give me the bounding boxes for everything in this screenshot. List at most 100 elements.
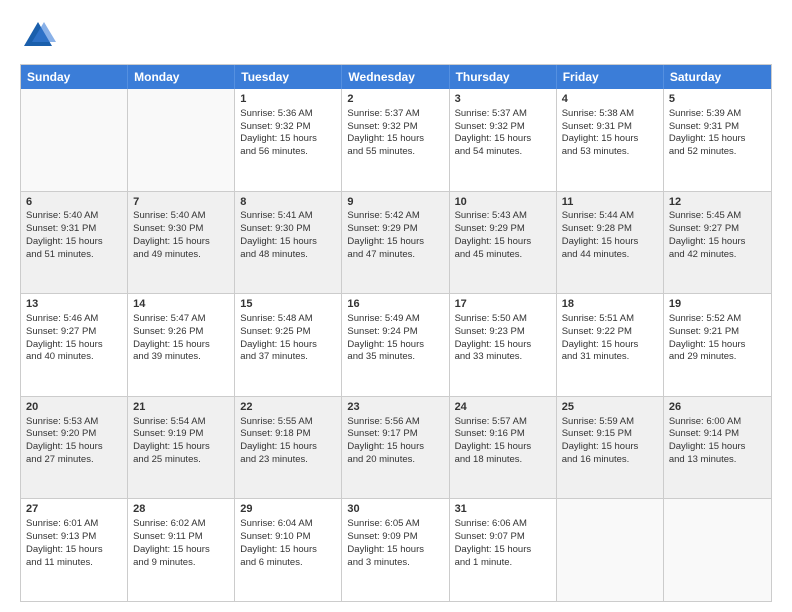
day-info-line: Daylight: 15 hours (455, 339, 551, 352)
calendar-body: 1Sunrise: 5:36 AMSunset: 9:32 PMDaylight… (21, 89, 771, 601)
day-info-line: Sunrise: 5:36 AM (240, 108, 336, 121)
day-info-line: Sunrise: 5:56 AM (347, 416, 443, 429)
day-info-line: and 3 minutes. (347, 557, 443, 570)
calendar-row: 20Sunrise: 5:53 AMSunset: 9:20 PMDayligh… (21, 397, 771, 500)
day-info-line: Sunrise: 5:45 AM (669, 210, 766, 223)
calendar-row: 6Sunrise: 5:40 AMSunset: 9:31 PMDaylight… (21, 192, 771, 295)
day-number: 21 (133, 400, 229, 415)
day-number: 8 (240, 195, 336, 210)
day-info-line: Daylight: 15 hours (347, 236, 443, 249)
day-info-line: and 53 minutes. (562, 146, 658, 159)
day-info-line: Sunrise: 5:43 AM (455, 210, 551, 223)
day-info-line: and 55 minutes. (347, 146, 443, 159)
day-cell-29: 29Sunrise: 6:04 AMSunset: 9:10 PMDayligh… (235, 499, 342, 601)
day-number: 22 (240, 400, 336, 415)
day-info-line: Sunset: 9:26 PM (133, 326, 229, 339)
day-number: 30 (347, 502, 443, 517)
day-info-line: Daylight: 15 hours (455, 441, 551, 454)
day-info-line: Daylight: 15 hours (347, 133, 443, 146)
day-info-line: Sunset: 9:28 PM (562, 223, 658, 236)
day-number: 29 (240, 502, 336, 517)
day-info-line: Sunrise: 5:51 AM (562, 313, 658, 326)
weekday-header-monday: Monday (128, 65, 235, 89)
day-info-line: Sunset: 9:07 PM (455, 531, 551, 544)
day-number: 3 (455, 92, 551, 107)
day-info-line: Daylight: 15 hours (347, 441, 443, 454)
day-info-line: Daylight: 15 hours (347, 339, 443, 352)
day-number: 26 (669, 400, 766, 415)
day-info-line: Sunset: 9:17 PM (347, 428, 443, 441)
empty-cell (128, 89, 235, 191)
calendar-row: 13Sunrise: 5:46 AMSunset: 9:27 PMDayligh… (21, 294, 771, 397)
day-info-line: Sunset: 9:23 PM (455, 326, 551, 339)
logo (20, 18, 60, 54)
day-info-line: and 45 minutes. (455, 249, 551, 262)
day-info-line: Sunset: 9:32 PM (240, 121, 336, 134)
day-info-line: Sunrise: 6:00 AM (669, 416, 766, 429)
day-cell-15: 15Sunrise: 5:48 AMSunset: 9:25 PMDayligh… (235, 294, 342, 396)
calendar-row: 27Sunrise: 6:01 AMSunset: 9:13 PMDayligh… (21, 499, 771, 601)
day-number: 9 (347, 195, 443, 210)
day-number: 15 (240, 297, 336, 312)
day-info-line: Sunset: 9:11 PM (133, 531, 229, 544)
day-cell-12: 12Sunrise: 5:45 AMSunset: 9:27 PMDayligh… (664, 192, 771, 294)
page: SundayMondayTuesdayWednesdayThursdayFrid… (0, 0, 792, 612)
day-info-line: Daylight: 15 hours (455, 236, 551, 249)
day-info-line: Sunset: 9:32 PM (455, 121, 551, 134)
day-info-line: Sunrise: 5:40 AM (26, 210, 122, 223)
day-info-line: Sunset: 9:24 PM (347, 326, 443, 339)
day-number: 7 (133, 195, 229, 210)
day-info-line: Daylight: 15 hours (26, 441, 122, 454)
calendar: SundayMondayTuesdayWednesdayThursdayFrid… (20, 64, 772, 602)
day-cell-5: 5Sunrise: 5:39 AMSunset: 9:31 PMDaylight… (664, 89, 771, 191)
day-info-line: Sunrise: 5:50 AM (455, 313, 551, 326)
day-number: 31 (455, 502, 551, 517)
day-cell-20: 20Sunrise: 5:53 AMSunset: 9:20 PMDayligh… (21, 397, 128, 499)
day-cell-11: 11Sunrise: 5:44 AMSunset: 9:28 PMDayligh… (557, 192, 664, 294)
day-info-line: Sunrise: 6:02 AM (133, 518, 229, 531)
day-info-line: Sunrise: 5:40 AM (133, 210, 229, 223)
day-info-line: Daylight: 15 hours (669, 339, 766, 352)
day-cell-16: 16Sunrise: 5:49 AMSunset: 9:24 PMDayligh… (342, 294, 449, 396)
day-cell-26: 26Sunrise: 6:00 AMSunset: 9:14 PMDayligh… (664, 397, 771, 499)
calendar-row: 1Sunrise: 5:36 AMSunset: 9:32 PMDaylight… (21, 89, 771, 192)
day-info-line: Sunrise: 5:44 AM (562, 210, 658, 223)
day-info-line: and 52 minutes. (669, 146, 766, 159)
day-info-line: and 6 minutes. (240, 557, 336, 570)
day-info-line: Sunrise: 5:49 AM (347, 313, 443, 326)
day-info-line: Daylight: 15 hours (26, 339, 122, 352)
day-info-line: Sunrise: 5:37 AM (347, 108, 443, 121)
day-cell-10: 10Sunrise: 5:43 AMSunset: 9:29 PMDayligh… (450, 192, 557, 294)
day-info-line: and 1 minute. (455, 557, 551, 570)
day-info-line: Daylight: 15 hours (347, 544, 443, 557)
weekday-header-sunday: Sunday (21, 65, 128, 89)
day-info-line: and 54 minutes. (455, 146, 551, 159)
day-info-line: Sunset: 9:31 PM (669, 121, 766, 134)
day-number: 28 (133, 502, 229, 517)
day-info-line: Sunset: 9:31 PM (26, 223, 122, 236)
day-info-line: Sunset: 9:22 PM (562, 326, 658, 339)
day-info-line: Sunrise: 5:57 AM (455, 416, 551, 429)
day-number: 12 (669, 195, 766, 210)
day-info-line: and 51 minutes. (26, 249, 122, 262)
day-info-line: Daylight: 15 hours (669, 441, 766, 454)
day-info-line: and 11 minutes. (26, 557, 122, 570)
day-info-line: Sunset: 9:18 PM (240, 428, 336, 441)
day-info-line: and 9 minutes. (133, 557, 229, 570)
day-number: 11 (562, 195, 658, 210)
day-info-line: Daylight: 15 hours (562, 236, 658, 249)
day-info-line: and 16 minutes. (562, 454, 658, 467)
day-info-line: Sunrise: 5:47 AM (133, 313, 229, 326)
empty-cell (664, 499, 771, 601)
day-cell-21: 21Sunrise: 5:54 AMSunset: 9:19 PMDayligh… (128, 397, 235, 499)
day-cell-18: 18Sunrise: 5:51 AMSunset: 9:22 PMDayligh… (557, 294, 664, 396)
day-info-line: and 33 minutes. (455, 351, 551, 364)
day-number: 19 (669, 297, 766, 312)
day-info-line: and 42 minutes. (669, 249, 766, 262)
day-info-line: Sunrise: 5:41 AM (240, 210, 336, 223)
day-info-line: Sunset: 9:14 PM (669, 428, 766, 441)
day-number: 13 (26, 297, 122, 312)
day-cell-25: 25Sunrise: 5:59 AMSunset: 9:15 PMDayligh… (557, 397, 664, 499)
day-cell-3: 3Sunrise: 5:37 AMSunset: 9:32 PMDaylight… (450, 89, 557, 191)
day-number: 24 (455, 400, 551, 415)
